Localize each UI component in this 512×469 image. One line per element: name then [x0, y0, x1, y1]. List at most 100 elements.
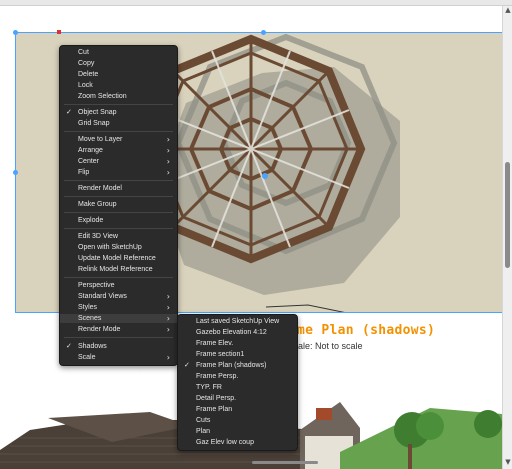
- scroll-down-arrow-icon[interactable]: ▼: [504, 458, 512, 466]
- scene-item-label: Plan: [196, 428, 211, 435]
- viewport-scale-label: ale: Not to scale: [298, 341, 363, 351]
- chevron-right-icon: ›: [166, 135, 170, 144]
- menu-separator: [64, 180, 173, 181]
- menu-item-label: Styles: [78, 304, 98, 311]
- scene-item[interactable]: Last saved SketchUp View: [178, 317, 297, 326]
- chevron-right-icon: ›: [166, 325, 170, 334]
- selection-handle-top-middle[interactable]: [261, 30, 266, 35]
- chevron-right-icon: ›: [166, 157, 170, 166]
- vertical-scroll-thumb[interactable]: [505, 162, 510, 268]
- menu-item-relink-model-reference[interactable]: Relink Model Reference: [60, 265, 177, 274]
- menu-item-label: Scenes: [78, 315, 102, 322]
- menu-item-open-with-sketchup[interactable]: Open with SketchUp: [60, 243, 177, 252]
- menu-item-label: Open with SketchUp: [78, 244, 142, 251]
- vertical-scrollbar[interactable]: ▲ ▼: [502, 6, 512, 469]
- scene-item-label: Last saved SketchUp View: [196, 318, 280, 325]
- scene-item[interactable]: Frame Elev.: [178, 339, 297, 348]
- chevron-right-icon: ›: [166, 146, 170, 155]
- menu-item-make-group[interactable]: Make Group: [60, 200, 177, 209]
- menu-item-label: Arrange: [78, 147, 103, 154]
- menu-item-label: Edit 3D View: [78, 233, 118, 240]
- menu-item-scenes[interactable]: Scenes ›: [60, 314, 177, 323]
- menu-item-copy[interactable]: Copy: [60, 59, 177, 68]
- menu-item-explode[interactable]: Explode: [60, 216, 177, 225]
- scene-item[interactable]: Frame Plan: [178, 405, 297, 414]
- scroll-up-arrow-icon[interactable]: ▲: [504, 6, 512, 14]
- menu-item-perspective[interactable]: Perspective: [60, 281, 177, 290]
- menu-item-edit-3d-view[interactable]: Edit 3D View: [60, 232, 177, 241]
- menu-separator: [64, 337, 173, 338]
- menu-item-label: Explode: [78, 217, 104, 224]
- menu-item-label: Scale: [78, 354, 96, 361]
- chevron-right-icon: ›: [166, 168, 170, 177]
- scenes-submenu: Last saved SketchUp View Gazebo Elevatio…: [177, 314, 298, 451]
- menu-item-render-model[interactable]: Render Model: [60, 184, 177, 193]
- scene-item-label: Gazebo Elevation 4:12: [196, 329, 267, 336]
- scene-item-label: Cuts: [196, 417, 211, 424]
- chevron-right-icon: ›: [166, 353, 170, 362]
- menu-item-label: Render Model: [78, 185, 122, 192]
- scene-item[interactable]: TYP. FR: [178, 383, 297, 392]
- menu-item-lock[interactable]: Lock: [60, 81, 177, 90]
- menu-item-label: Center: [78, 158, 100, 165]
- menu-item-cut[interactable]: Cut: [60, 48, 177, 57]
- check-icon: ✓: [66, 108, 72, 116]
- menu-item-move-to-layer[interactable]: Move to Layer ›: [60, 135, 177, 144]
- menu-separator: [64, 277, 173, 278]
- scene-item-active[interactable]: ✓ Frame Plan (shadows): [178, 361, 297, 370]
- selection-handle-top-left[interactable]: [13, 30, 18, 35]
- menu-item-label: Object Snap: [78, 109, 117, 116]
- menu-item-label: Move to Layer: [78, 136, 123, 143]
- check-icon: ✓: [66, 342, 72, 350]
- menu-item-arrange[interactable]: Arrange ›: [60, 146, 177, 155]
- menu-item-zoom-selection[interactable]: Zoom Selection: [60, 92, 177, 101]
- horizontal-scroll-thumb[interactable]: [252, 461, 318, 464]
- scene-item[interactable]: Gazebo Elevation 4:12: [178, 328, 297, 337]
- menu-item-shadows[interactable]: ✓ Shadows: [60, 342, 177, 351]
- menu-separator: [64, 212, 173, 213]
- menu-item-update-model-reference[interactable]: Update Model Reference: [60, 254, 177, 263]
- check-icon: ✓: [184, 361, 190, 369]
- menu-item-styles[interactable]: Styles ›: [60, 303, 177, 312]
- menu-item-object-snap[interactable]: ✓ Object Snap: [60, 108, 177, 117]
- scene-item[interactable]: Detail Persp.: [178, 394, 297, 403]
- scene-item-label: Gaz Elev low coup: [196, 439, 254, 446]
- menu-item-flip[interactable]: Flip ›: [60, 168, 177, 177]
- menu-item-label: Render Mode: [78, 326, 121, 333]
- menu-separator: [64, 228, 173, 229]
- selection-handle-left-middle[interactable]: [13, 170, 18, 175]
- scene-item[interactable]: Frame Persp.: [178, 372, 297, 381]
- chevron-right-icon: ›: [166, 292, 170, 301]
- menu-separator: [64, 131, 173, 132]
- menu-item-label: Lock: [78, 82, 93, 89]
- menu-item-delete[interactable]: Delete: [60, 70, 177, 79]
- scene-item-label: Frame section1: [196, 351, 245, 358]
- scene-item[interactable]: Plan: [178, 427, 297, 436]
- menu-item-label: Delete: [78, 71, 99, 78]
- menu-item-label: Copy: [78, 60, 95, 67]
- scene-item[interactable]: Gaz Elev low coup: [178, 438, 297, 447]
- menu-item-render-mode[interactable]: Render Mode ›: [60, 325, 177, 334]
- scene-item-label: Frame Plan: [196, 406, 233, 413]
- menu-item-label: Grid Snap: [78, 120, 110, 127]
- menu-item-label: Shadows: [78, 343, 107, 350]
- menu-item-label: Zoom Selection: [78, 93, 127, 100]
- menu-item-label: Perspective: [78, 282, 115, 289]
- rotation-handle[interactable]: [57, 30, 61, 34]
- menu-item-label: Cut: [78, 49, 89, 56]
- menu-item-label: Make Group: [78, 201, 117, 208]
- scene-item-label: Frame Persp.: [196, 373, 239, 380]
- menu-item-label: Standard Views: [78, 293, 127, 300]
- chevron-right-icon: ›: [166, 303, 170, 312]
- top-bar: [0, 0, 512, 6]
- menu-separator: [64, 196, 173, 197]
- menu-item-scale[interactable]: Scale ›: [60, 353, 177, 362]
- menu-item-center[interactable]: Center ›: [60, 157, 177, 166]
- scene-item[interactable]: Frame section1: [178, 350, 297, 359]
- menu-item-label: Relink Model Reference: [78, 266, 153, 273]
- scene-item[interactable]: Cuts: [178, 416, 297, 425]
- menu-item-label: Flip: [78, 169, 90, 176]
- scene-item-label: TYP. FR: [196, 384, 222, 391]
- menu-item-standard-views[interactable]: Standard Views ›: [60, 292, 177, 301]
- menu-item-grid-snap[interactable]: Grid Snap: [60, 119, 177, 128]
